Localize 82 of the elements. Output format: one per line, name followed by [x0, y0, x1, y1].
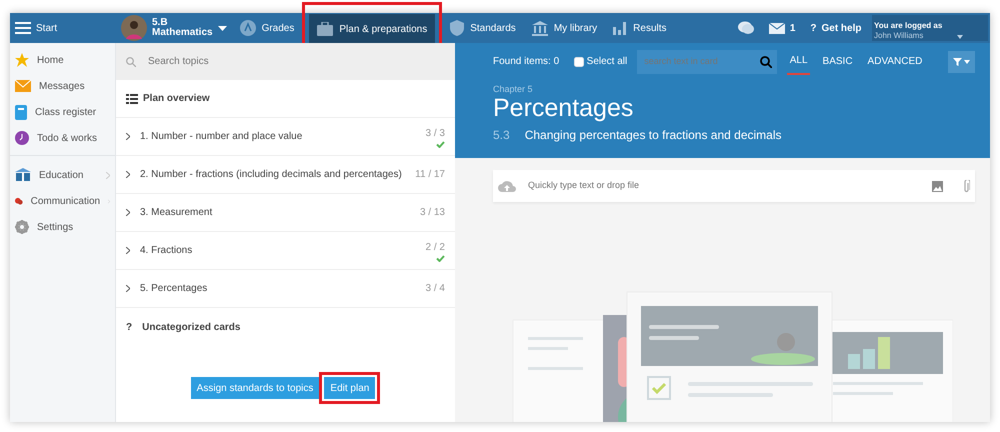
book-icon	[15, 168, 31, 182]
chevron-icon	[126, 171, 130, 178]
section-number: 5.3	[493, 127, 510, 144]
card-search-field[interactable]: search text in card	[637, 50, 778, 74]
topic-row[interactable]: 5. Percentages 3 / 4	[116, 270, 455, 308]
topic-row[interactable]: 2. Number - fractions (including decimals and percentages) 11 / 17	[116, 156, 455, 194]
filter-tab[interactable]: ADVANCED	[865, 49, 925, 74]
help-link[interactable]: Get help	[821, 20, 862, 36]
sidebar-item[interactable]: Class register	[10, 99, 115, 125]
topic-row[interactable]: 1. Number - number and place value 3 / 3	[116, 118, 455, 156]
filter-tab[interactable]: BASIC	[820, 49, 856, 74]
section-title: Plan overview	[143, 92, 210, 106]
filter-tab[interactable]: ALL	[787, 48, 810, 75]
sidebar-item[interactable]: Communication	[10, 188, 115, 214]
topic-count: 3 / 3	[426, 126, 445, 140]
shield-icon	[450, 20, 464, 36]
chat-icon	[738, 21, 754, 35]
bar-chart-icon	[613, 21, 628, 35]
nav-tab[interactable]: Results	[605, 13, 675, 43]
grade-icon	[240, 20, 256, 36]
nav-tab[interactable]: Plan & preparations	[309, 14, 436, 44]
chevron-icon	[126, 285, 130, 292]
topic-count: 3 / 13	[420, 206, 445, 220]
clock-icon	[15, 131, 29, 145]
nav-tab[interactable]: Standards	[442, 13, 524, 43]
topic-count: 3 / 4	[426, 282, 445, 296]
section-title: Changing percentages to fractions and decimals	[524, 127, 782, 144]
chapter-label: Chapter 5	[493, 82, 534, 96]
upload-icon	[498, 180, 516, 192]
sidebar-item[interactable]: Home	[10, 47, 115, 73]
caret-icon	[964, 60, 970, 64]
sidebar-item[interactable]: Settings	[10, 214, 115, 240]
sidebar-item[interactable]: Education	[10, 162, 115, 188]
caret-icon	[218, 26, 227, 30]
sidebar-item[interactable]: Messages	[10, 73, 115, 99]
help-icon[interactable]: ?	[810, 20, 816, 36]
search-input[interactable]: search text in card	[642, 54, 760, 70]
book-icon	[15, 104, 27, 120]
chevron-icon	[126, 133, 130, 140]
select-all-label: Select all	[586, 55, 628, 69]
page-title: Percentages	[493, 96, 634, 121]
avatar	[121, 15, 147, 41]
class-selector[interactable]: 5.B Mathematics	[121, 15, 227, 41]
select-all-checkbox[interactable]	[574, 56, 584, 66]
settings-icon	[15, 220, 29, 234]
login-label: You are logged as	[874, 21, 942, 31]
uncategorized-item[interactable]: Uncategorized cards	[142, 320, 240, 334]
class-name: 5.B	[152, 18, 168, 28]
library-icon	[532, 20, 548, 36]
user-name: John Williams	[874, 31, 924, 41]
image-icon	[932, 180, 943, 192]
search-field[interactable]: Search topics	[116, 43, 455, 80]
search-icon	[126, 56, 136, 66]
nav-tab[interactable]: My library	[524, 13, 606, 43]
topic-count: 2 / 2	[426, 240, 445, 254]
search-icon	[760, 56, 772, 68]
nav-tab[interactable]: Grades	[232, 13, 302, 43]
topic-count: 11 / 17	[415, 168, 445, 182]
chevron-icon	[126, 247, 130, 254]
envelope-icon	[15, 80, 31, 92]
found-count: Found items: 0	[493, 55, 560, 69]
star-icon	[15, 53, 29, 67]
briefcase-icon	[317, 22, 334, 36]
filter-button[interactable]	[948, 50, 975, 72]
question-icon: ?	[126, 320, 132, 334]
message-count: 1	[790, 22, 796, 36]
subject-name: Mathematics	[152, 28, 213, 38]
chevron-icon	[126, 209, 130, 216]
paperclip-icon	[963, 180, 970, 192]
topic-row[interactable]: 3. Measurement 3 / 13	[116, 194, 455, 232]
search-input[interactable]: Search topics	[146, 53, 445, 70]
text-input[interactable]: Quickly type text or drop file	[526, 178, 922, 194]
sidebar-item[interactable]: Todo & works	[10, 125, 115, 151]
filter-icon	[952, 58, 962, 66]
list-icon	[126, 94, 138, 104]
topic-row[interactable]: 4. Fractions 2 / 2	[116, 232, 455, 270]
menu-icon	[15, 22, 31, 34]
mail-icon	[768, 22, 785, 34]
user-menu[interactable]: You are logged as John Williams	[872, 15, 988, 41]
caret-icon	[957, 34, 964, 38]
quick-input-field[interactable]: Quickly type text or drop file	[493, 170, 975, 202]
start-button[interactable]: Start	[10, 13, 116, 43]
